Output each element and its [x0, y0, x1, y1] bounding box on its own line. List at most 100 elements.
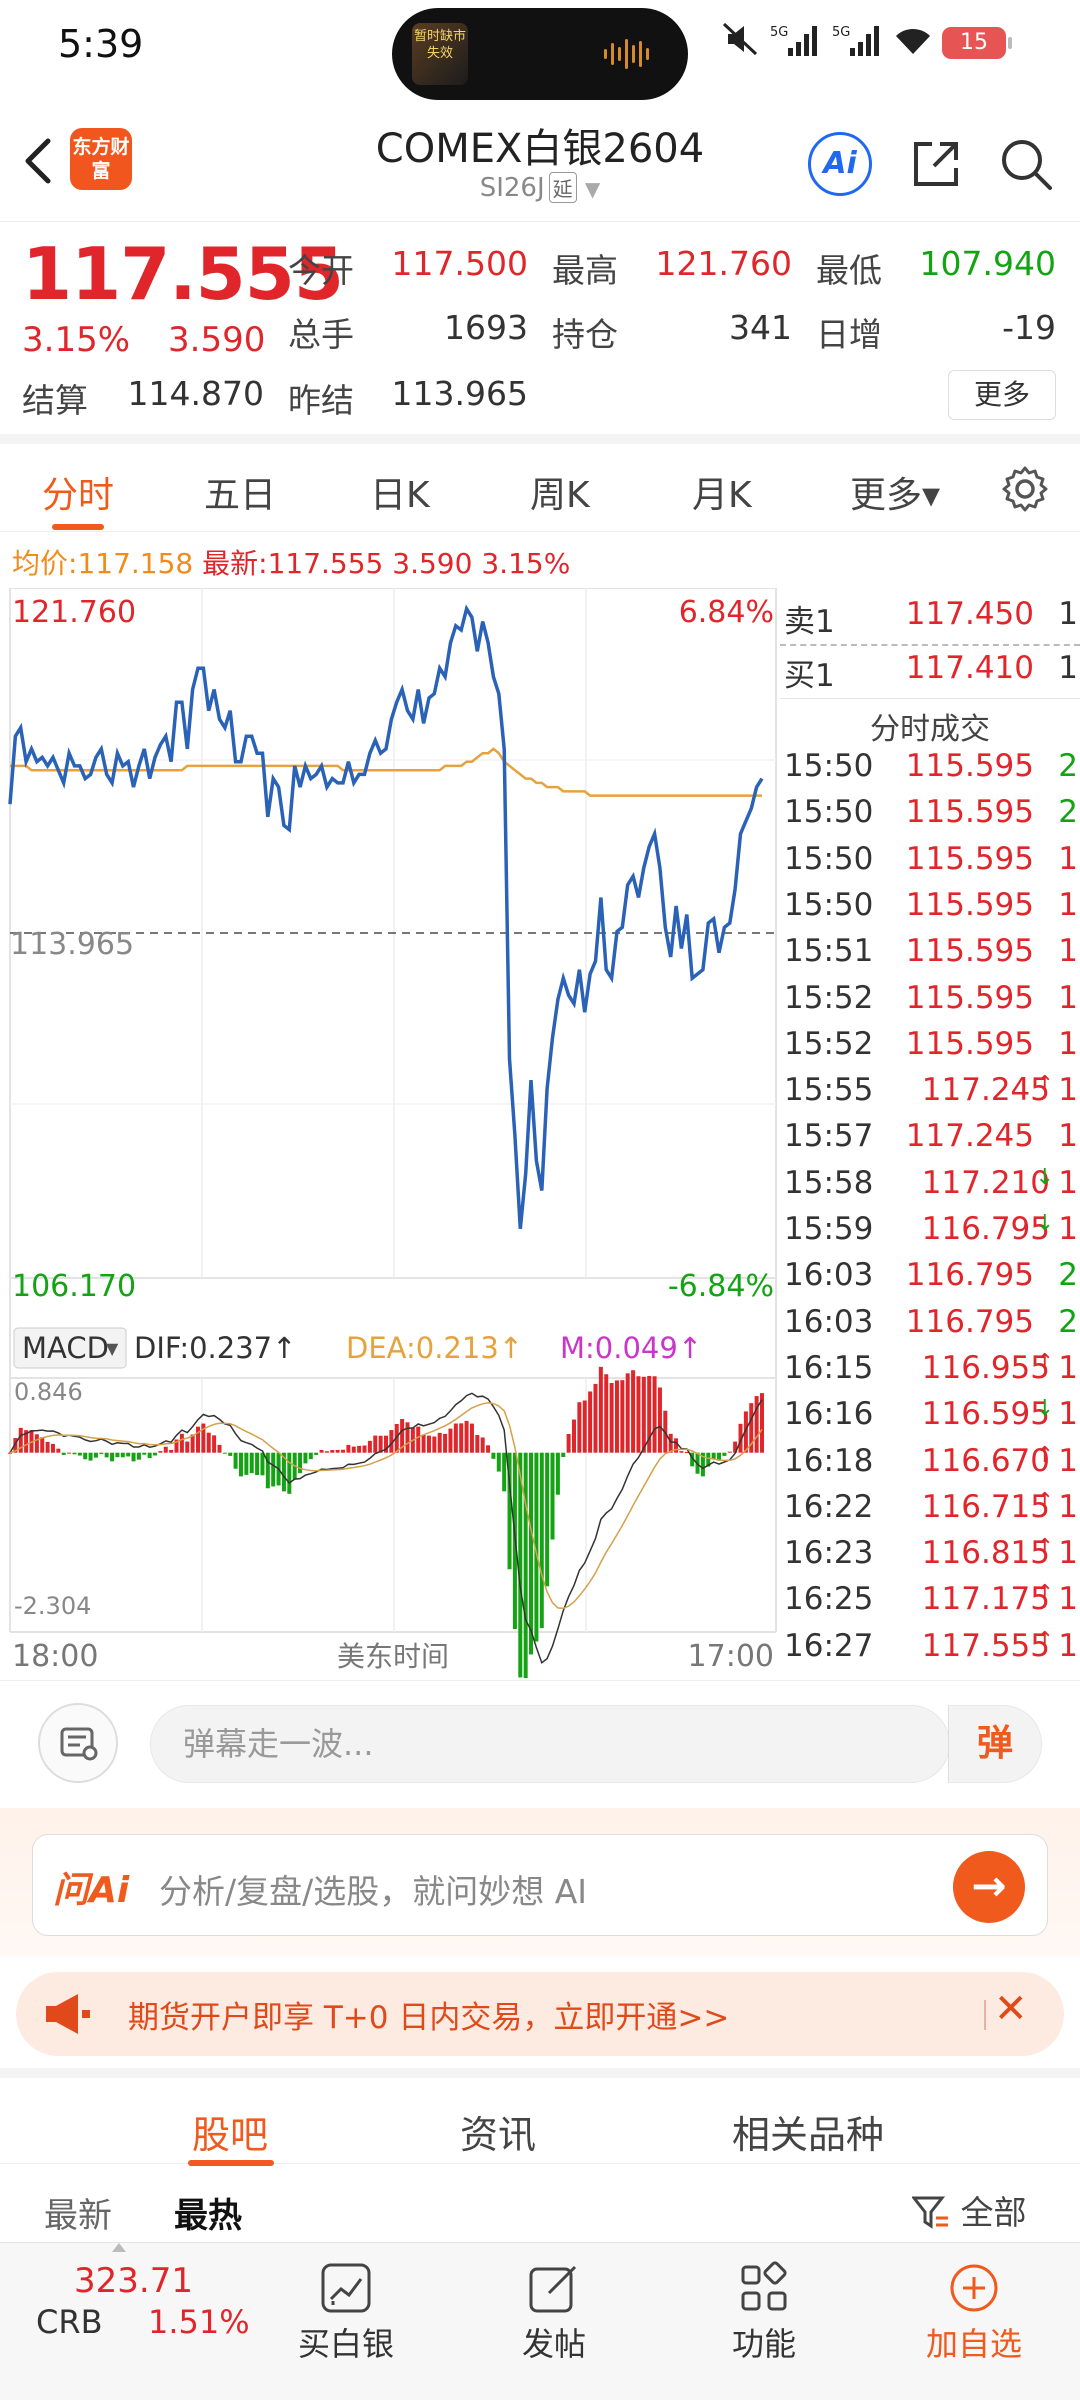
macd-bar	[416, 1426, 421, 1453]
filter-all[interactable]: 全部	[910, 2186, 1027, 2234]
sell1-row: 卖1 117.450 1	[780, 596, 1080, 642]
tab-daily-k[interactable]: 日K	[370, 466, 430, 518]
filter-label: 全部	[960, 2193, 1027, 2232]
ai-assistant-icon[interactable]: Ai	[808, 132, 872, 196]
prev-settle-value: 113.965	[391, 374, 528, 413]
arrow-right-icon[interactable]: →	[953, 1851, 1025, 1923]
macd-bar	[196, 1426, 200, 1453]
trade-row: 15:55 117.245 ↑ 1	[780, 1072, 1080, 1112]
trade-row: 15:50 115.595 1	[780, 887, 1080, 927]
y-top-label: 121.760	[12, 595, 136, 630]
macd-bar	[287, 1452, 292, 1494]
macd-bar	[652, 1376, 657, 1453]
macd-bar	[539, 1452, 544, 1629]
trade-row: 15:58 117.210 ↓ 1	[780, 1165, 1080, 1205]
svg-text:5G: 5G	[832, 25, 850, 40]
macd-bar	[163, 1446, 168, 1453]
macd-bar	[657, 1387, 662, 1453]
tab-forum[interactable]: 股吧	[192, 2104, 268, 2159]
macd-bar	[212, 1435, 217, 1453]
barrage-settings-icon[interactable]	[38, 1703, 118, 1783]
arrow-up-icon: ↑	[1035, 1349, 1054, 1375]
tab-five-day[interactable]: 五日	[204, 466, 276, 518]
nav-buy-silver[interactable]: 买白银	[266, 2247, 426, 2397]
barrage-toggle-button[interactable]: 弹	[948, 1705, 1042, 1783]
macd-bar	[67, 1452, 72, 1454]
macd-bar	[572, 1419, 576, 1453]
tab-monthly-k[interactable]: 月K	[692, 466, 752, 518]
barrage-input[interactable]: 弹幕走一波...	[150, 1705, 950, 1783]
trade-time: 15:52	[784, 979, 874, 1016]
macd-bar	[357, 1445, 362, 1453]
tab-intraday[interactable]: 分时	[42, 466, 114, 518]
price-line	[8, 604, 764, 1229]
search-icon[interactable]	[996, 134, 1056, 194]
macd-bar	[260, 1452, 265, 1476]
ai-query-input[interactable]: 分析/复盘/选股，就问妙想 AI	[159, 1865, 587, 1913]
sort-hot[interactable]: 最热	[174, 2188, 242, 2237]
macd-bar	[308, 1452, 313, 1460]
trade-row: 15:50 115.595 2	[780, 748, 1080, 788]
signal-icon-2: 5G	[832, 24, 884, 62]
nav-post[interactable]: 发帖	[474, 2247, 634, 2397]
tab-more[interactable]: 更多▾	[850, 466, 940, 518]
macd-bar	[754, 1396, 759, 1453]
more-quote-button[interactable]: 更多	[948, 370, 1056, 420]
macd-bar	[244, 1452, 249, 1475]
trade-price: 116.815	[921, 1535, 1050, 1572]
macd-bar	[502, 1452, 507, 1492]
macd-bar	[631, 1370, 636, 1453]
ai-query-box[interactable]: 问Ai 分析/复盘/选股，就问妙想 AI →	[32, 1834, 1048, 1936]
open-value: 117.500	[391, 244, 528, 283]
status-time: 5:39	[58, 22, 144, 66]
latest-change: 3.590	[392, 547, 473, 580]
crb-index[interactable]: 323.71 CRB 1.51%	[0, 2243, 260, 2400]
macd-label: MACD	[22, 1331, 109, 1365]
macd-bar	[217, 1444, 222, 1453]
macd-bar	[153, 1452, 158, 1456]
tab-news[interactable]: 资讯	[460, 2104, 536, 2159]
trade-time: 16:18	[784, 1442, 874, 1479]
dynamic-island[interactable]: 暂时缺市失效	[392, 8, 688, 100]
app-logo[interactable]: 东方财富	[70, 128, 132, 190]
tab-related[interactable]: 相关品种	[732, 2104, 884, 2159]
promo-text[interactable]: 期货开户即享 T+0 日内交易，立即开通>>	[128, 1992, 729, 2037]
trade-volume: 1	[1058, 1118, 1078, 1155]
macd-bar	[104, 1452, 109, 1458]
trade-row: 16:16 116.595 ↓ 1	[780, 1396, 1080, 1436]
trade-price: 115.595	[905, 840, 1034, 877]
arrow-up-icon: ↑	[1035, 1442, 1054, 1468]
nav-add-watchlist[interactable]: 加自选	[894, 2247, 1054, 2397]
macd-bottom-label: -2.304	[14, 1592, 91, 1620]
trade-row: 15:50 115.595 2	[780, 794, 1080, 834]
promo-divider	[984, 2000, 986, 2030]
trade-ticker: 卖1 117.450 1 买1 117.410 1 分时成交 15:50 115.…	[780, 588, 1080, 1678]
gear-icon[interactable]	[1000, 464, 1050, 514]
nav-functions[interactable]: 功能	[684, 2247, 844, 2397]
macd-bar	[421, 1434, 426, 1453]
section-tabs: 股吧 资讯 相关品种	[0, 2068, 1080, 2166]
promo-banner[interactable]: 期货开户即享 T+0 日内交易，立即开通>> ✕	[16, 1972, 1064, 2056]
low-value: 107.940	[919, 244, 1056, 283]
macd-bar	[93, 1452, 98, 1458]
arrow-up-icon: ↑	[1035, 1488, 1054, 1514]
sort-latest[interactable]: 最新	[44, 2188, 112, 2237]
back-icon[interactable]	[18, 135, 60, 187]
trade-row: 16:03 116.795 2	[780, 1257, 1080, 1297]
share-icon[interactable]	[906, 134, 966, 194]
macd-bar	[158, 1451, 163, 1453]
close-icon[interactable]: ✕	[994, 1986, 1028, 2032]
page-title: COMEX白银2604	[375, 126, 705, 172]
macd-bar	[373, 1435, 378, 1453]
instrument-code[interactable]: SI26J 延 ▼	[380, 172, 700, 203]
position-label: 持仓	[552, 315, 618, 354]
trade-volume: 1	[1058, 933, 1078, 970]
macd-top-label: 0.846	[14, 1378, 83, 1406]
macd-bar	[147, 1452, 152, 1459]
macd-bar	[238, 1452, 243, 1477]
volume-value: 1693	[444, 308, 528, 347]
tab-weekly-k[interactable]: 周K	[530, 466, 590, 518]
chevron-up-icon	[112, 2243, 126, 2252]
macd-bar	[593, 1383, 598, 1453]
macd-bar	[727, 1451, 732, 1453]
